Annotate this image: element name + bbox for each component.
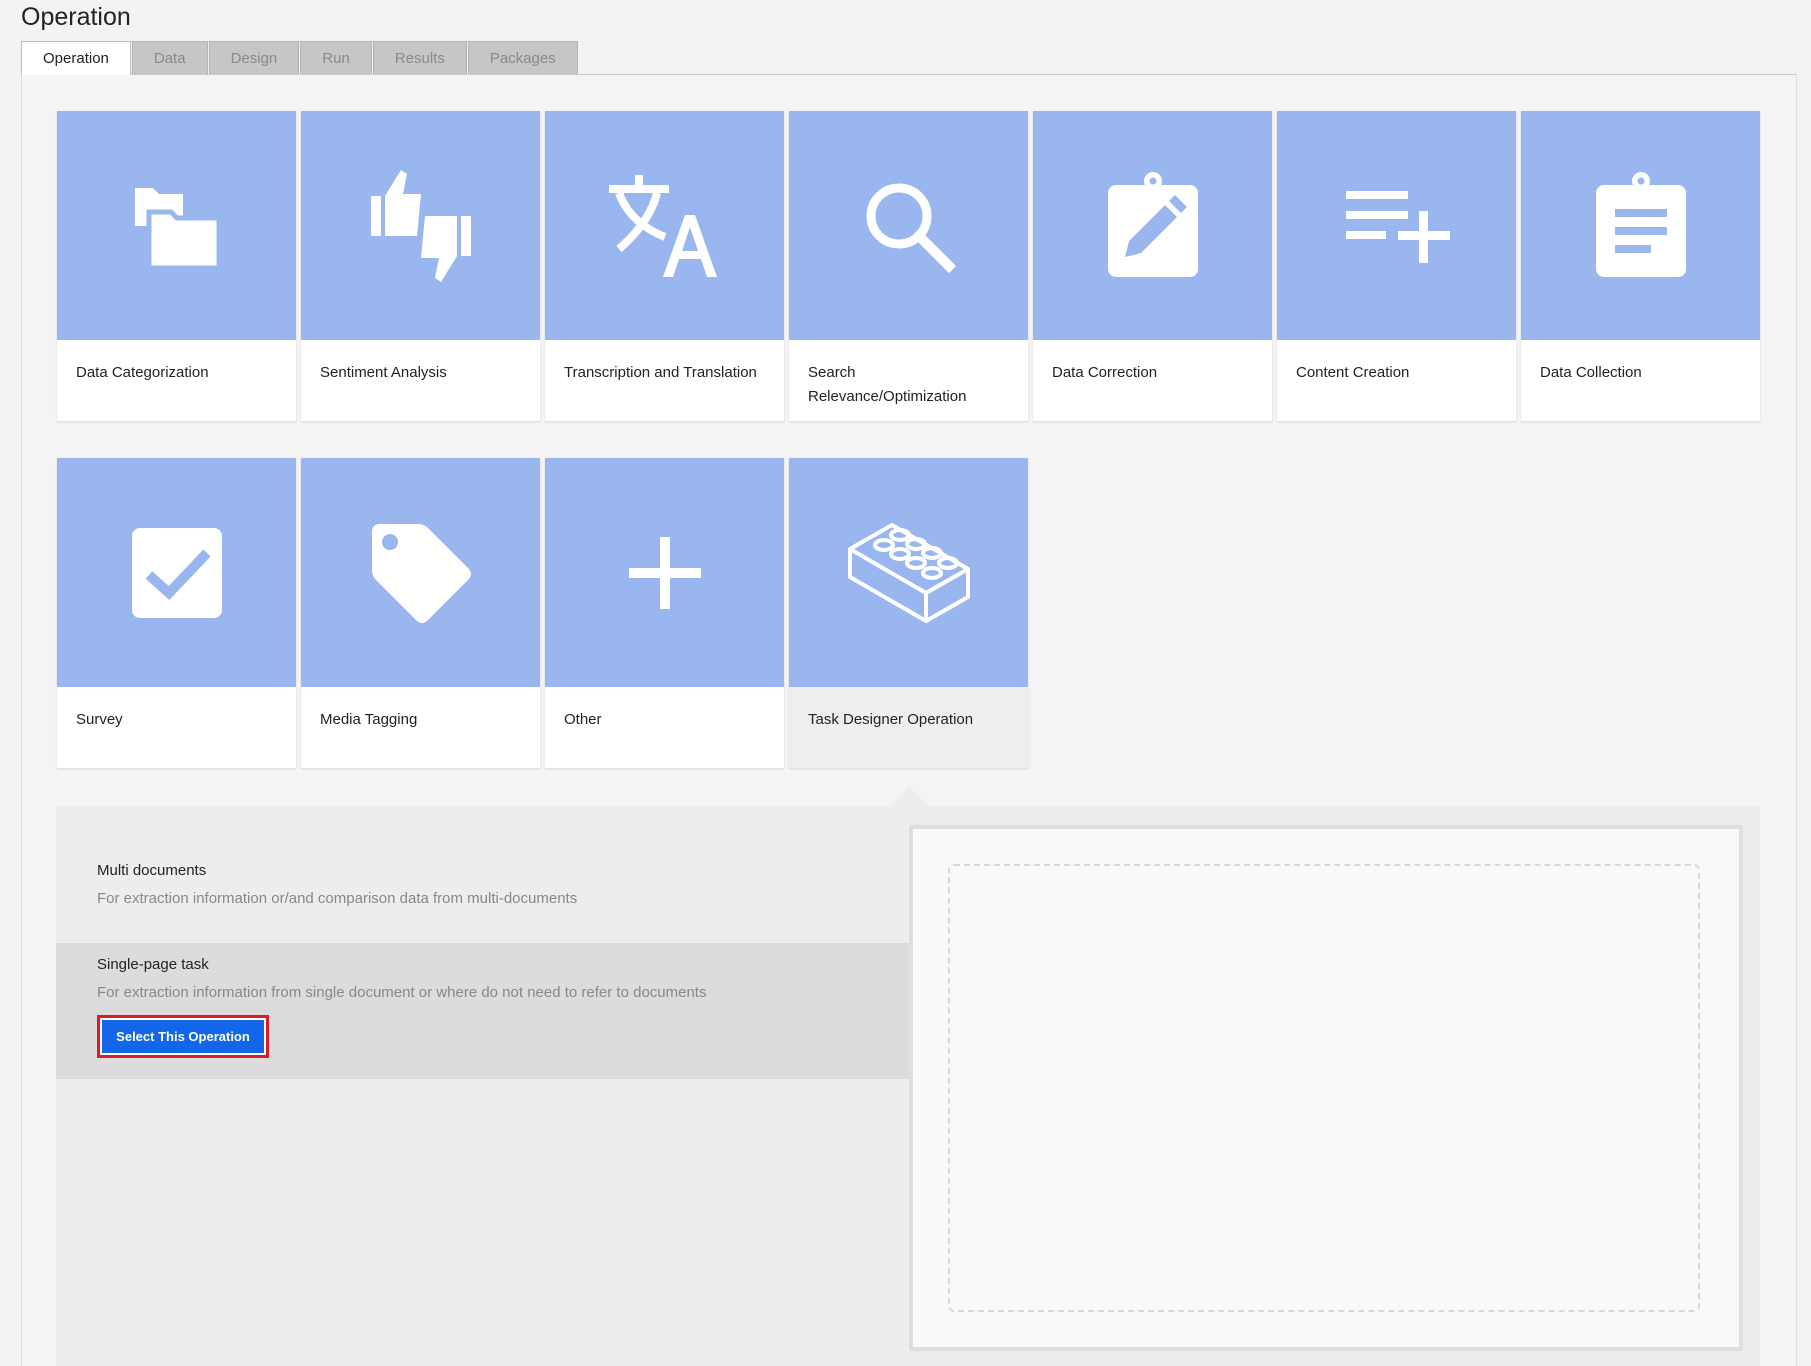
folders-icon [134, 187, 221, 270]
card-label: Data Categorization [76, 364, 209, 381]
checkbox-icon [131, 527, 222, 618]
tab-bar: Operation Data Design Run Results Packag… [21, 41, 579, 75]
card-label: Media Tagging [320, 711, 418, 728]
search-icon [866, 183, 956, 273]
card-other[interactable]: Other [545, 458, 784, 768]
playlist-add-icon [1345, 190, 1450, 263]
card-search-relevance[interactable]: Search Relevance/Optimization [789, 111, 1028, 421]
details-pointer [889, 786, 929, 806]
page-scrollbar[interactable] [1799, 0, 1811, 1366]
card-label: Content Creation [1296, 364, 1410, 381]
card-label: Sentiment Analysis [320, 364, 447, 381]
select-operation-button-label: Select This Operation [102, 1020, 264, 1053]
clipboard-list-icon [1595, 171, 1686, 277]
card-tile [1521, 111, 1760, 340]
card-task-designer-operation[interactable]: Task Designer Operation [789, 458, 1028, 768]
tab-results[interactable]: Results [372, 41, 467, 74]
card-transcription-translation[interactable]: Transcription and Translation [545, 111, 784, 421]
tab-run[interactable]: Run [300, 41, 372, 74]
card-label: Data Collection [1540, 364, 1642, 381]
option-description: For extraction information or/and compar… [97, 890, 578, 907]
option-title: Multi documents [97, 862, 207, 879]
card-content-creation[interactable]: Content Creation [1277, 111, 1516, 421]
option-single-page-task[interactable]: Single-page task For extraction informat… [56, 943, 909, 1079]
lego-brick-icon [847, 522, 970, 623]
card-sentiment-analysis[interactable]: Sentiment Analysis [301, 111, 540, 421]
translate-icon [608, 174, 717, 277]
option-multi-documents[interactable]: Multi documents For extraction informati… [56, 806, 909, 943]
option-title: Single-page task [97, 956, 209, 973]
plus-icon [628, 536, 701, 609]
card-media-tagging[interactable]: Media Tagging [301, 458, 540, 768]
card-label: Search Relevance/Optimization [808, 364, 967, 405]
tab-design[interactable]: Design [208, 41, 300, 74]
tab-data[interactable]: Data [131, 41, 208, 74]
option-description: For extraction information from single d… [97, 984, 707, 1001]
thumbs-up-down-icon [370, 169, 471, 282]
card-label: Data Correction [1052, 364, 1158, 381]
select-operation-button[interactable]: Select This Operation [97, 1015, 269, 1058]
card-label: Transcription and Translation [564, 364, 757, 381]
operation-details: Multi documents For extraction informati… [56, 806, 1760, 1366]
card-label: Other [564, 711, 602, 728]
card-label: Survey [76, 711, 123, 728]
tab-operation[interactable]: Operation [21, 41, 131, 75]
card-tile [57, 458, 296, 687]
card-tile [545, 111, 784, 340]
card-data-correction[interactable]: Data Correction [1033, 111, 1272, 421]
card-tile [301, 111, 540, 340]
card-data-collection[interactable]: Data Collection [1521, 111, 1760, 421]
card-tile [789, 458, 1028, 687]
card-tile [1277, 111, 1516, 340]
tab-packages[interactable]: Packages [467, 41, 578, 74]
card-label: Task Designer Operation [808, 711, 974, 728]
card-survey[interactable]: Survey [57, 458, 296, 768]
tag-icon [371, 523, 471, 623]
card-data-categorization[interactable]: Data Categorization [57, 111, 296, 421]
card-tile [545, 458, 784, 687]
card-tile [1033, 111, 1272, 340]
preview-placeholder [948, 864, 1700, 1312]
card-tile [301, 458, 540, 687]
clipboard-edit-icon [1107, 171, 1198, 277]
operation-preview [909, 825, 1743, 1351]
card-tile [57, 111, 296, 340]
page-title: Operation [21, 3, 131, 31]
card-tile [789, 111, 1028, 340]
